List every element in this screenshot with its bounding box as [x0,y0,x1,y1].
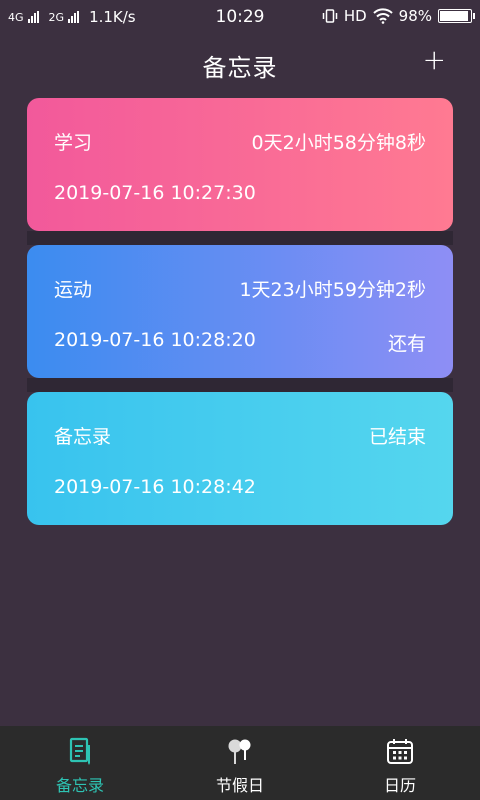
wifi-icon [372,8,393,24]
memo-datetime: 2019-07-16 10:28:42 [54,476,256,498]
memo-countdown: 1天23小时59分钟2秒 [239,279,426,301]
tab-label: 备忘录 [55,776,104,795]
card-divider [27,378,453,392]
memo-card[interactable]: 备忘录 已结束 2019-07-16 10:28:42 [27,392,453,525]
tab-calendar[interactable]: 日历 [320,726,480,800]
tab-label: 节假日 [215,776,264,795]
tab-label: 日历 [383,776,416,795]
bottom-tab-bar: 备忘录 节假日 日历 [0,726,480,800]
app-header: 备忘录 + [0,34,480,98]
memo-title: 运动 [54,279,93,301]
status-bar-right: HD 98% [322,7,475,25]
memo-status: 还有 [387,333,426,355]
page-title: 备忘录 [202,54,278,82]
add-button[interactable]: + [423,44,446,76]
memo-icon [69,737,90,765]
tab-memo[interactable]: 备忘录 [0,726,160,800]
tab-holiday[interactable]: 节假日 [160,726,320,800]
memo-title: 备忘录 [54,426,112,448]
vibrate-icon [322,9,338,23]
hd-indicator: HD [343,7,367,25]
card-divider [27,231,453,245]
memo-datetime: 2019-07-16 10:28:20 [54,329,256,351]
memo-card[interactable]: 学习 0天2小时58分钟8秒 2019-07-16 10:27:30 [27,98,453,231]
memo-card[interactable]: 运动 1天23小时59分钟2秒 2019-07-16 10:28:20 还有 [27,245,453,378]
battery-percent: 98% [398,7,432,25]
battery-level [440,11,468,21]
memo-countdown: 0天2小时58分钟8秒 [251,132,426,154]
memo-datetime: 2019-07-16 10:27:30 [54,182,256,204]
status-bar: 4G 2G 1.1K/s 10:29 HD 98% [0,0,480,34]
calendar-icon [387,739,413,764]
memo-title: 学习 [54,132,93,154]
holiday-icon [228,739,251,764]
battery-icon [438,9,475,23]
memo-countdown: 已结束 [368,426,426,448]
